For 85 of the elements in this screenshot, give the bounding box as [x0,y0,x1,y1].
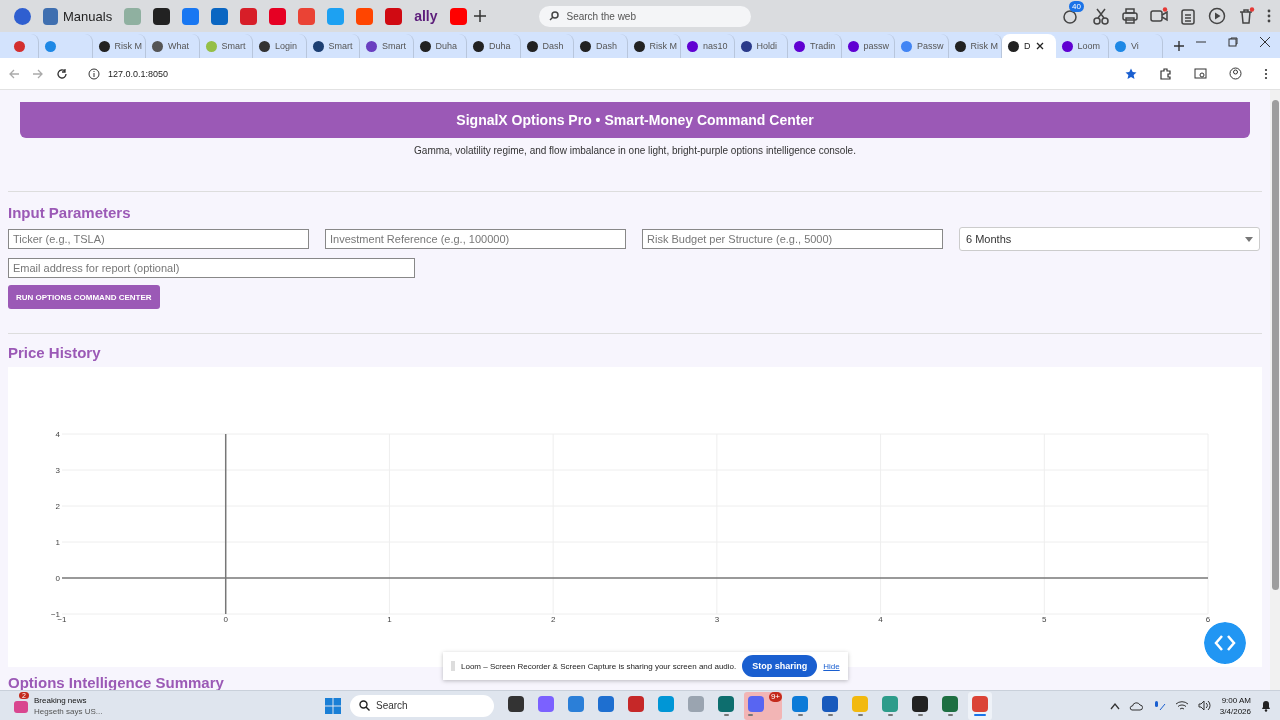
stop-sharing-button[interactable]: Stop sharing [742,655,818,677]
chevron-up-icon[interactable] [1109,701,1120,710]
new-tab-icon[interactable] [1172,40,1185,52]
running-indicator [857,713,863,716]
tick-label: 1 [387,615,392,624]
camera-icon[interactable] [1150,7,1168,25]
tick-label: 5 [1042,615,1047,624]
app-icon[interactable] [912,695,928,712]
search-icon [359,699,370,711]
cloud-icon[interactable] [1128,700,1143,711]
drag-handle-icon[interactable] [451,661,455,671]
search-field[interactable]: Search the web [538,5,751,27]
section-heading: Input Parameters [8,204,132,221]
restore-icon[interactable] [1228,37,1238,47]
bookmark-icon[interactable] [153,7,171,25]
trash-icon[interactable] [1237,7,1255,25]
volume-icon[interactable] [1197,700,1211,711]
hide-link[interactable]: Hide [823,661,840,671]
browser-tab[interactable]: D [1002,34,1056,58]
profile-icon[interactable] [1229,67,1242,80]
running-indicator [947,713,953,716]
notification-badge: 40 [1069,1,1084,12]
running-indicator [974,713,986,716]
star-icon[interactable] [1125,67,1137,80]
scrollbar[interactable] [1270,90,1280,690]
close-icon[interactable] [1260,37,1270,47]
clock[interactable]: 9:00 AM 3/4/2026 [1219,694,1251,717]
caret-icon [1245,236,1253,242]
input-field[interactable]: Investment Reference (e.g., 100000) [325,229,626,249]
app-subtitle: Gamma, volatility regime, and flow imbalance in one light, bright-purple options intelligence console. [413,145,857,156]
clipboard-icon[interactable] [1179,7,1197,25]
tick-label: −1 [50,610,60,619]
running-indicator [887,713,893,716]
close-icon[interactable] [1035,42,1044,50]
more-icon[interactable] [1264,67,1268,80]
windows-start-icon[interactable] [324,696,342,715]
tick-label: 4 [878,615,883,624]
notification-text: Loom – Screen Recorder & Screen Capture is sharing your screen and audio. [461,661,737,671]
reload-icon[interactable] [56,67,68,80]
url-text[interactable]: 127.0.0.1:8050 [108,68,169,79]
scissors-icon[interactable] [1092,7,1110,25]
forward-icon[interactable] [32,67,44,80]
bookmark[interactable]: Manuals [37,0,119,32]
more-icon[interactable] [1266,8,1272,24]
tab-search-icon[interactable] [1194,67,1207,80]
bell-icon[interactable] [1260,699,1272,712]
puzzle-icon[interactable] [1159,67,1172,80]
search-icon [548,10,559,21]
notification-badge: 9+ [768,691,782,702]
tick-label: 2 [550,615,556,624]
code-nav-icon[interactable] [1204,622,1246,664]
tick-label: 4 [55,430,60,439]
input-field[interactable]: Email address for report (optional) [8,258,415,278]
app-icon[interactable] [508,695,524,712]
running-indicator [723,713,729,716]
run-button[interactable]: RUN OPTIONS COMMAND CENTER [8,285,160,309]
back-icon[interactable] [8,67,20,80]
add-icon[interactable] [472,9,487,23]
news-title[interactable]: Breaking news [34,694,103,706]
taskbar-app[interactable]: 9+ [744,691,782,720]
input-field[interactable]: Risk Budget per Structure (e.g., 5000) [642,229,943,249]
app-title: SignalX Options Pro • Smart-Money Command Center [20,102,1250,138]
wifi-icon[interactable] [1174,700,1189,711]
tick-label: 0 [223,615,228,624]
tick-label: 1 [55,538,60,547]
info-icon[interactable] [88,67,100,80]
tick-label: 6 [1205,615,1211,624]
period-dropdown[interactable]: 6 Months [959,227,1260,251]
running-indicator [827,713,833,716]
tick-label: 0 [55,574,60,583]
news-headline[interactable]: Hegseth says US... [34,705,103,717]
bookmark[interactable]: ally [408,0,444,32]
tick-label: 3 [55,466,60,475]
section-heading: Price History [8,344,102,361]
search-field[interactable]: Search [350,694,494,717]
input-field[interactable]: Ticker (e.g., TSLA) [8,229,309,249]
running-indicator [917,713,923,716]
printer-icon[interactable] [1121,7,1139,25]
date-text: 3/4/2026 [1219,705,1251,717]
running-indicator [797,713,803,716]
play-icon[interactable] [1208,7,1226,25]
running-indicator [748,713,753,716]
time-text: 9:00 AM [1221,694,1251,706]
tick-label: 3 [714,615,720,624]
tick-label: 2 [55,502,60,511]
